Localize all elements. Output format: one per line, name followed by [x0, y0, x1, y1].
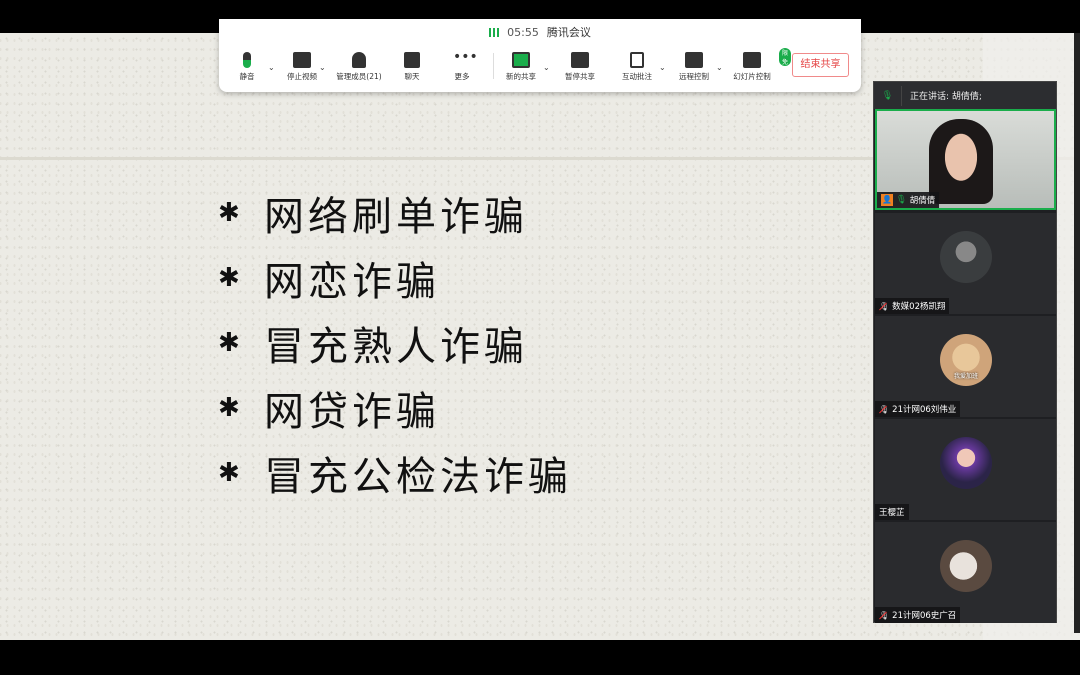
slide-control-icon: 限免: [743, 48, 792, 68]
app-title: 腾讯会议: [546, 26, 591, 39]
participant-tile[interactable]: 🎙 21计网06史广召: [875, 522, 1056, 623]
slide-control-button[interactable]: 限免 幻灯片控制: [722, 48, 792, 82]
remote-control-button[interactable]: 远程控制: [664, 52, 724, 82]
participant-tile[interactable]: 🎙 数媒02杨凯翔: [875, 213, 1056, 314]
end-share-button[interactable]: 结束共享: [792, 53, 849, 77]
participant-name: 数媒02杨凯翔: [892, 302, 946, 312]
avatar-caption: 我爱加班: [953, 373, 978, 380]
bullet-item: ✱ 冒充熟人诈骗: [218, 323, 528, 370]
remote-control-icon: [685, 52, 703, 68]
speaking-header: 🎙 正在讲话: 胡倩倩;: [874, 82, 1056, 109]
asterisk-icon: ✱: [218, 262, 240, 293]
avatar: [940, 437, 992, 489]
host-icon: 👤: [881, 194, 893, 206]
meeting-toolbar: 05:55 腾讯会议 静音 ⌄ 停止视频 ⌄ 管理成员(21) 聊天 ••• 更多 …: [219, 19, 861, 92]
participant-tile-active[interactable]: 👤 🎙 胡倩倩: [875, 109, 1056, 210]
bullet-item: ✱ 网恋诈骗: [218, 258, 440, 305]
more-icon: •••: [453, 49, 478, 65]
more-button[interactable]: ••• 更多: [432, 49, 492, 82]
bullet-item: ✱ 冒充公检法诈骗: [218, 453, 572, 500]
button-label: 更多: [454, 72, 470, 81]
button-label: 新的共享: [506, 72, 536, 81]
participant-name-tag: 🎙 21计网06刘伟业: [875, 401, 961, 417]
speaking-label: 正在讲话: 胡倩倩;: [910, 92, 982, 102]
avatar: [940, 231, 992, 283]
button-label: 停止视频: [287, 72, 317, 81]
new-share-icon: [512, 52, 530, 68]
participant-panel: 🎙 正在讲话: 胡倩倩; 👤 🎙 胡倩倩 🎙 数媒02杨凯翔 我爱加班 🎙 21计网06刘…: [873, 81, 1057, 623]
participant-name: 21计网06史广召: [892, 611, 957, 621]
chevron-down-icon[interactable]: ⌄: [543, 63, 550, 72]
toolbar-title: 05:55 腾讯会议: [219, 24, 861, 40]
bullet-item: ✱ 网贷诈骗: [218, 388, 440, 435]
video-camera-icon: [293, 52, 311, 68]
participant-tile[interactable]: 王樱芷: [875, 419, 1056, 520]
microphone-icon[interactable]: 🎙: [874, 85, 902, 106]
mic-muted-icon: 🎙: [879, 301, 890, 311]
new-share-button[interactable]: 新的共享: [491, 52, 551, 82]
microphone-icon: [243, 52, 251, 68]
participant-name: 胡倩倩: [909, 196, 936, 206]
button-label: 管理成员(21): [336, 72, 382, 81]
microphone-icon: 🎙: [896, 195, 907, 205]
button-label: 远程控制: [679, 72, 709, 81]
button-label: 静音: [239, 72, 255, 81]
meeting-timer: 05:55: [507, 26, 539, 39]
bullet-item: ✱ 网络刷单诈骗: [218, 193, 528, 240]
avatar: [940, 540, 992, 592]
signal-icon: [489, 28, 500, 37]
pause-share-icon: [571, 52, 589, 68]
asterisk-icon: ✱: [218, 392, 240, 423]
slide-border: [1074, 33, 1080, 633]
asterisk-icon: ✱: [218, 197, 240, 228]
bottom-black-bar: [0, 640, 1080, 675]
mic-muted-icon: 🎙: [879, 404, 890, 414]
slide-bullet-list: ✱ 网络刷单诈骗 ✱ 网恋诈骗 ✱ 冒充熟人诈骗 ✱ 网贷诈骗 ✱ 冒充公检法诈骗: [218, 180, 572, 505]
chat-icon: [404, 52, 420, 68]
participant-name: 王樱芷: [879, 508, 905, 518]
participant-name-tag: 🎙 数媒02杨凯翔: [875, 298, 950, 314]
members-icon: [352, 52, 366, 68]
chevron-down-icon[interactable]: ⌄: [319, 63, 326, 72]
participant-name-tag: 王樱芷: [875, 504, 909, 520]
participant-tile[interactable]: 我爱加班 🎙 21计网06刘伟业: [875, 316, 1056, 417]
manage-members-button[interactable]: 管理成员(21): [329, 52, 389, 82]
participant-name-tag: 👤 🎙 胡倩倩: [877, 192, 940, 208]
free-badge: 限免: [779, 48, 792, 66]
button-label: 暂停共享: [565, 72, 595, 81]
avatar: 我爱加班: [940, 334, 992, 386]
pause-share-button[interactable]: 暂停共享: [550, 52, 610, 82]
button-label: 聊天: [404, 72, 420, 81]
annotate-button[interactable]: 互动批注: [607, 52, 667, 82]
participant-name: 21计网06刘伟业: [892, 405, 957, 415]
mic-muted-icon: 🎙: [879, 610, 890, 620]
button-label: 互动批注: [622, 72, 652, 81]
asterisk-icon: ✱: [218, 327, 240, 358]
participant-name-tag: 🎙 21计网06史广召: [875, 607, 961, 623]
asterisk-icon: ✱: [218, 457, 240, 488]
button-label: 幻灯片控制: [733, 72, 771, 81]
annotate-icon: [630, 52, 644, 68]
